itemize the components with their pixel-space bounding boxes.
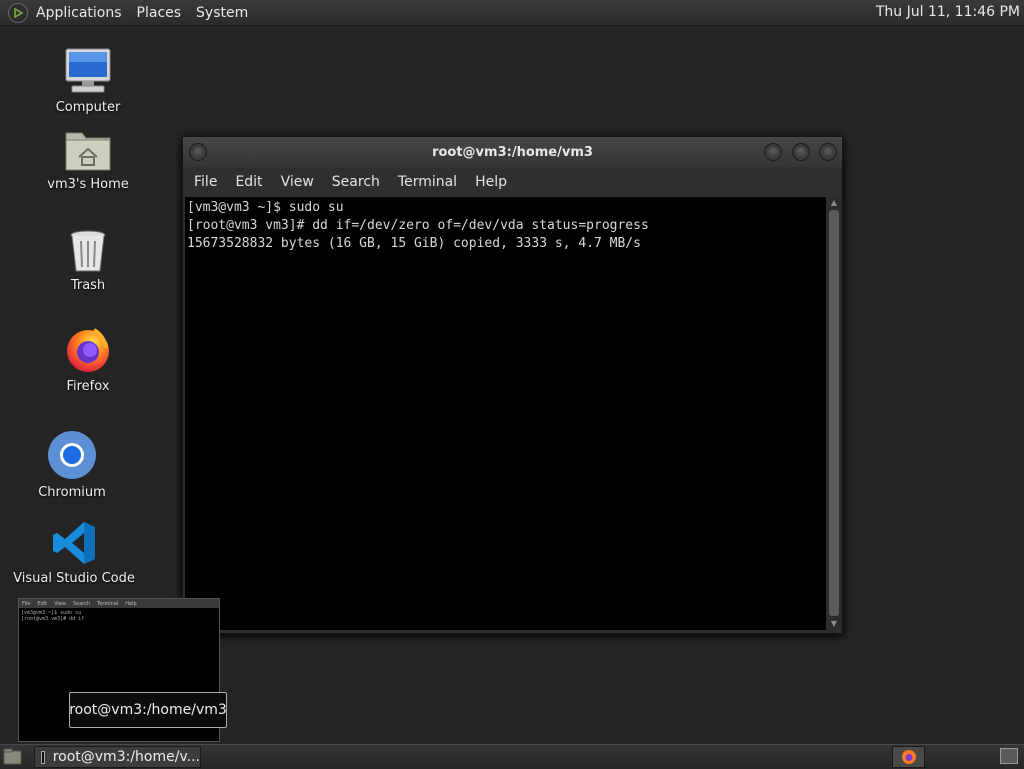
preview-menu-item: Terminal: [97, 600, 119, 607]
menu-help[interactable]: Help: [475, 174, 507, 190]
menu-search[interactable]: Search: [332, 174, 380, 190]
chromium-icon: [48, 431, 96, 479]
terminal-line: 15673528832 bytes (16 GB, 15 GiB) copied…: [187, 236, 641, 251]
menu-edit[interactable]: Edit: [235, 174, 262, 190]
minimize-button[interactable]: [764, 143, 782, 161]
preview-menu-item: Edit: [37, 600, 48, 607]
top-panel: Applications Places System Thu Jul 11, 1…: [0, 0, 1024, 26]
desktop-icon-label: Trash: [70, 278, 106, 293]
window-title: root@vm3:/home/vm3: [432, 144, 593, 160]
close-button[interactable]: [819, 143, 837, 161]
applications-logo-icon[interactable]: [8, 2, 28, 23]
desktop-icon-chromium[interactable]: Chromium: [38, 430, 106, 500]
bottom-panel: root@vm3:/home/v...: [0, 744, 1024, 769]
preview-menu-item: View: [54, 600, 66, 607]
terminal-icon: [41, 750, 45, 764]
terminal-line: [root@vm3 vm3]# dd if=/dev/zero of=/dev/…: [187, 218, 649, 233]
desktop-icon-label: Computer: [55, 100, 121, 115]
window-titlebar[interactable]: root@vm3:/home/vm3: [183, 137, 842, 167]
firefox-icon: [67, 328, 109, 372]
scroll-thumb[interactable]: [829, 210, 839, 616]
desktop-icon-firefox[interactable]: Firefox: [61, 326, 115, 394]
window-menu-button[interactable]: [189, 143, 207, 161]
terminal-menubar: File Edit View Search Terminal Help: [183, 167, 842, 197]
firefox-icon: [901, 750, 916, 764]
preview-line: [root@vm3 vm3]# dd if: [21, 616, 85, 622]
menu-view[interactable]: View: [281, 174, 314, 190]
terminal-line: [vm3@vm3 ~]$ sudo su: [187, 200, 344, 215]
desktop-icon-label: Firefox: [66, 379, 110, 394]
desktop-icon-computer[interactable]: Computer: [55, 45, 121, 115]
clock[interactable]: Thu Jul 11, 11:46 PM: [876, 4, 1020, 20]
preview-menu-item: File: [22, 600, 31, 607]
terminal-output[interactable]: [vm3@vm3 ~]$ sudo su [root@vm3 vm3]# dd …: [185, 197, 826, 630]
menu-system[interactable]: System: [196, 5, 248, 21]
menu-file[interactable]: File: [194, 174, 217, 190]
computer-icon: [65, 48, 111, 93]
terminal-window[interactable]: root@vm3:/home/vm3 File Edit View Search…: [182, 136, 843, 634]
menu-terminal[interactable]: Terminal: [398, 174, 457, 190]
desktop-icon-label: vm3's Home: [47, 177, 129, 192]
scroll-down-icon[interactable]: ▼: [828, 618, 840, 630]
show-desktop-icon[interactable]: [3, 748, 22, 765]
desktop-icon-label: Chromium: [38, 485, 106, 500]
vscode-icon: [53, 522, 95, 564]
preview-menu-item: Help: [125, 600, 137, 607]
menu-places[interactable]: Places: [137, 5, 182, 21]
taskbar-terminal-button[interactable]: root@vm3:/home/v...: [34, 746, 201, 768]
workspace-switcher[interactable]: [1000, 748, 1018, 764]
home-folder-icon: [65, 132, 111, 171]
desktop-icon-vscode[interactable]: Visual Studio Code: [13, 520, 135, 586]
tray-firefox-button[interactable]: [892, 746, 925, 768]
preview-menu-item: Search: [72, 600, 91, 607]
desktop-icon-trash[interactable]: Trash: [62, 229, 114, 293]
scroll-up-icon[interactable]: ▲: [828, 197, 840, 209]
desktop-icon-home[interactable]: vm3's Home: [45, 127, 131, 192]
menu-applications[interactable]: Applications: [36, 5, 122, 21]
desktop-icon-label: Visual Studio Code: [13, 571, 135, 586]
maximize-button[interactable]: [792, 143, 810, 161]
preview-terminal-text: [vm3@vm3 ~]$ sudo su [root@vm3 vm3]# dd …: [19, 608, 219, 624]
trash-icon: [70, 230, 106, 272]
preview-menubar: File Edit View Search Terminal Help: [19, 599, 219, 608]
terminal-scrollbar[interactable]: ▲ ▼: [828, 197, 840, 630]
taskbar-label: root@vm3:/home/v...: [52, 749, 200, 765]
window-tooltip: root@vm3:/home/vm3: [69, 692, 227, 728]
